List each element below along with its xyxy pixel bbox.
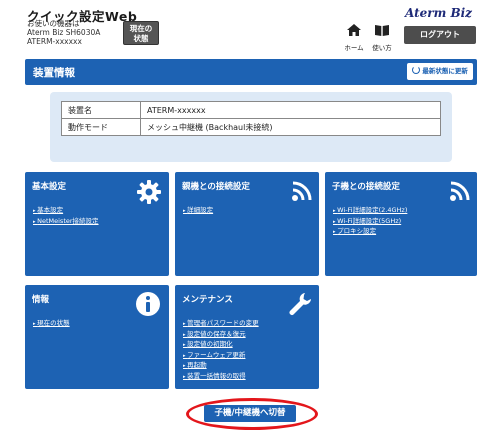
link-wifi-24[interactable]: Wi-Fi詳細設定(2.4GHz)	[333, 206, 407, 217]
link-factory-reset[interactable]: 設定値の初期化	[183, 340, 259, 351]
link-netmeister[interactable]: NetMeister接続設定	[33, 217, 98, 228]
row-value: ATERM-xxxxxx	[140, 101, 441, 119]
book-icon	[375, 25, 389, 36]
wifi-icon	[450, 181, 470, 201]
home-link[interactable]: ホーム	[339, 22, 369, 52]
device-caption: お使いの機器は	[27, 19, 80, 28]
card-title: 子機との接続設定	[332, 182, 400, 192]
table-row: 動作モード メッシュ中継機 (Backhaul未接続)	[61, 118, 441, 136]
logout-button[interactable]: ログアウト	[404, 26, 476, 44]
device-info-title: 装置情報	[33, 67, 75, 79]
link-basic-settings[interactable]: 基本設定	[33, 206, 99, 217]
link-reboot[interactable]: 再起動	[183, 361, 259, 372]
wifi-icon	[292, 181, 312, 201]
card-links: 詳細設定	[183, 206, 213, 217]
link-wifi-5[interactable]: Wi-Fi詳細設定(5GHz)	[333, 217, 407, 228]
brand-logo: Aterm Biz	[405, 6, 472, 20]
link-proxy[interactable]: プロキシ設定	[333, 227, 407, 238]
card-links: 現在の状態	[33, 319, 70, 330]
refresh-label: 最新状態に更新	[422, 67, 468, 75]
card-maintenance: メンテナンス 管理者パスワードの変更 設定値の保存＆復元 設定値の初期化 ファー…	[175, 285, 319, 389]
device-model: Aterm Biz SH6030A	[27, 28, 101, 37]
card-child-connection: 子機との接続設定 Wi-Fi詳細設定(2.4GHz) Wi-Fi詳細設定(5GH…	[325, 172, 477, 276]
refresh-button[interactable]: 最新状態に更新	[407, 63, 473, 80]
refresh-icon	[412, 66, 421, 74]
card-info: 情報 現在の状態	[25, 285, 169, 389]
link-get-all-info[interactable]: 装置一括情報の取得	[183, 372, 259, 383]
card-title: メンテナンス	[182, 295, 233, 305]
card-links: 管理者パスワードの変更 設定値の保存＆復元 設定値の初期化 ファームウェア更新 …	[183, 319, 259, 382]
row-key: 動作モード	[61, 118, 141, 136]
info-icon	[136, 292, 160, 316]
device-info-table: 装置名 ATERM-xxxxxx 動作モード メッシュ中継機 (Backhaul…	[61, 101, 441, 136]
home-icon	[347, 24, 361, 36]
device-name: ATERM-xxxxxx	[27, 37, 82, 46]
card-parent-connection: 親機との接続設定 詳細設定	[175, 172, 319, 276]
link-save-restore[interactable]: 設定値の保存＆復元	[183, 330, 259, 341]
highlight-ring	[186, 398, 318, 430]
status-button-line2: 状態	[133, 34, 149, 43]
link-admin-password[interactable]: 管理者パスワードの変更	[183, 319, 259, 330]
table-row: 装置名 ATERM-xxxxxx	[61, 101, 441, 119]
link-firmware-update[interactable]: ファームウェア更新	[183, 351, 259, 362]
card-links: 基本設定 NetMeister接続設定	[33, 206, 99, 228]
status-button-line1: 現在の	[129, 24, 153, 33]
card-title: 基本設定	[32, 182, 67, 192]
row-value: メッシュ中継機 (Backhaul未接続)	[140, 118, 441, 136]
gear-icon	[137, 180, 161, 204]
link-detail-settings[interactable]: 詳細設定	[183, 206, 213, 217]
help-link[interactable]: 使い方	[367, 22, 397, 52]
card-basic-settings: 基本設定 基本設定 NetMeister接続設定	[25, 172, 169, 276]
card-links: Wi-Fi詳細設定(2.4GHz) Wi-Fi詳細設定(5GHz) プロキシ設定	[333, 206, 407, 238]
card-title: 親機との接続設定	[182, 182, 250, 192]
row-key: 装置名	[61, 101, 141, 119]
home-label: ホーム	[344, 44, 364, 52]
wrench-icon	[289, 293, 311, 315]
link-current-status[interactable]: 現在の状態	[33, 319, 70, 330]
help-label: 使い方	[372, 44, 392, 52]
current-status-button[interactable]: 現在の 状態	[123, 21, 159, 45]
card-title: 情報	[32, 295, 50, 305]
header: クイック設定Web お使いの機器は Aterm Biz SH6030A ATER…	[0, 0, 500, 52]
